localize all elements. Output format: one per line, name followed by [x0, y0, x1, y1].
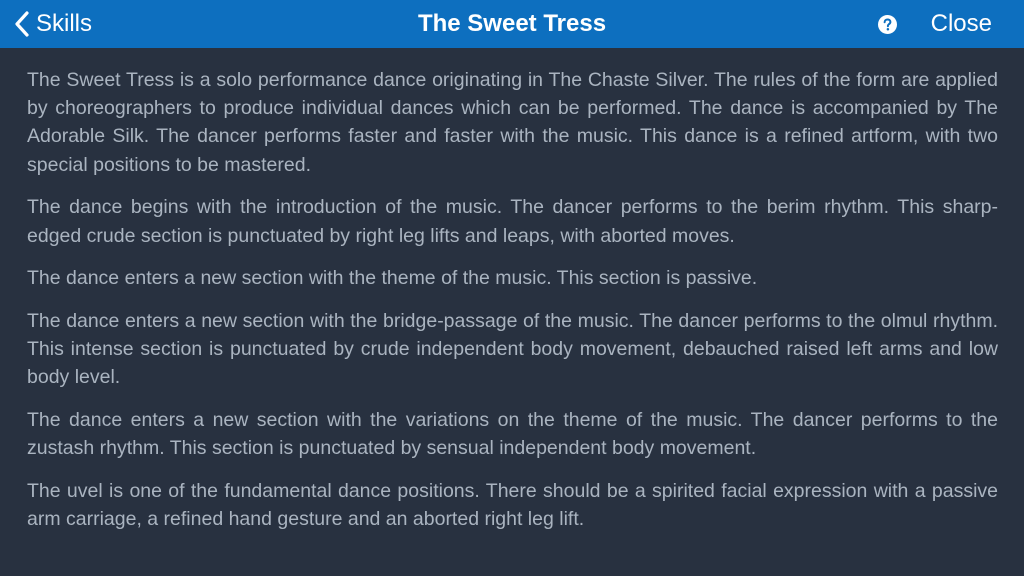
- question-circle-icon: [878, 15, 897, 34]
- chevron-left-icon: [14, 11, 30, 37]
- description-paragraph: The dance enters a new section with the …: [27, 409, 998, 460]
- back-button[interactable]: Skills: [14, 0, 92, 48]
- description-paragraph: The dance enters a new section with the …: [27, 309, 998, 389]
- skill-description: The Sweet Tress is a solo performance da…: [27, 66, 998, 548]
- help-button[interactable]: [878, 15, 897, 34]
- back-button-label: Skills: [36, 10, 93, 37]
- description-paragraph: The Sweet Tress is a solo performance da…: [27, 69, 998, 176]
- close-button[interactable]: Close: [931, 0, 992, 48]
- description-paragraph: The uvel is one of the fundamental dance…: [27, 479, 998, 531]
- description-paragraph: The dance enters a new section with the …: [27, 267, 758, 290]
- page-title: The Sweet Tress: [417, 10, 607, 37]
- description-paragraph: The dance begins with the introduction o…: [27, 196, 998, 247]
- navigation-bar: Skills The Sweet Tress Close: [0, 0, 1024, 48]
